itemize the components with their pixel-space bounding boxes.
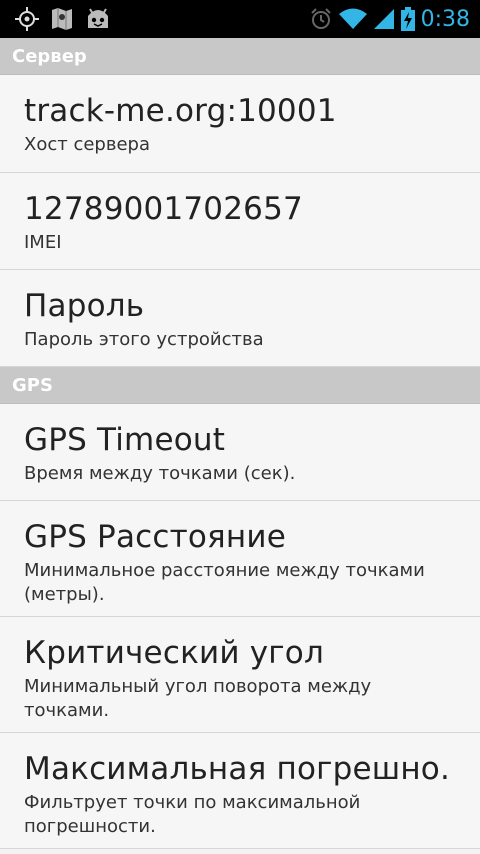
- pref-summary: Минимальное расстояние между точками (ме…: [24, 560, 425, 605]
- pref-summary: Время между точками (сек).: [24, 463, 296, 484]
- pref-summary: Минимальный угол поворота между точками.: [24, 676, 372, 721]
- maps-icon: [50, 6, 74, 32]
- status-bar: 0:38: [0, 0, 480, 38]
- pref-title: GPS Расстояние: [24, 519, 286, 555]
- section-header-server: Сервер: [0, 38, 480, 75]
- pref-summary: Хост сервера: [24, 134, 150, 155]
- pref-server-host[interactable]: track-me.org:10001 Хост сервера: [0, 75, 480, 173]
- android-icon: [84, 6, 112, 32]
- signal-icon: [373, 8, 395, 30]
- pref-max-error[interactable]: Максимальная погрешно. Фильтрует точки п…: [0, 733, 480, 849]
- section-header-gps: GPS: [0, 367, 480, 404]
- pref-gps-timeout[interactable]: GPS Timeout Время между точками (сек).: [0, 404, 480, 501]
- gps-icon: [14, 6, 40, 32]
- pref-summary: Фильтрует точки по максимальной погрешно…: [24, 792, 361, 837]
- pref-critical-angle[interactable]: Критический угол Минимальный угол поворо…: [0, 617, 480, 733]
- pref-title: Максимальная погрешно.: [24, 751, 451, 787]
- pref-gps-distance[interactable]: GPS Расстояние Минимальное расстояние ме…: [0, 501, 480, 617]
- alarm-icon: [309, 7, 333, 31]
- pref-summary: IMEI: [24, 232, 62, 253]
- pref-password[interactable]: Пароль Пароль этого устройства: [0, 270, 480, 367]
- pref-imei[interactable]: 12789001702657 IMEI: [0, 173, 480, 270]
- pref-title: GPS Timeout: [24, 422, 226, 458]
- pref-title: Критический угол: [24, 635, 324, 671]
- pref-title: Пароль: [24, 288, 145, 324]
- pref-title: track-me.org:10001: [24, 93, 337, 129]
- pref-summary: Пароль этого устройства: [24, 329, 264, 350]
- pref-title: 12789001702657: [24, 191, 303, 227]
- battery-charging-icon: [400, 7, 415, 31]
- wifi-icon: [338, 8, 367, 30]
- clock: 0:38: [420, 6, 470, 32]
